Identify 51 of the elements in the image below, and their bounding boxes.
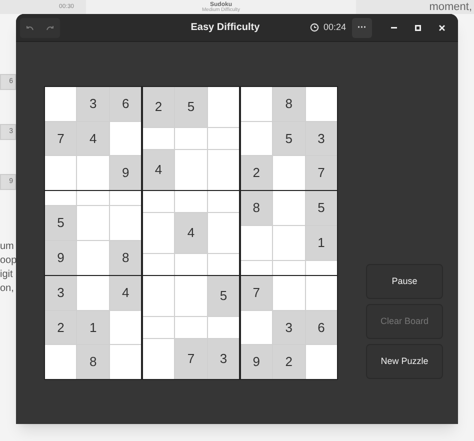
given-cell[interactable]: 3: [306, 122, 337, 156]
background-text: um: [0, 240, 15, 254]
given-cell[interactable]: 9: [45, 241, 76, 275]
given-cell[interactable]: 2: [45, 310, 76, 344]
given-cell[interactable]: 9: [110, 156, 142, 190]
given-cell[interactable]: 5: [273, 122, 305, 156]
given-cell[interactable]: 1: [77, 310, 109, 344]
given-cell[interactable]: 4: [77, 122, 109, 156]
given-cell[interactable]: 7: [306, 156, 337, 190]
given-cell[interactable]: 2: [273, 345, 305, 379]
window-title: Easy Difficulty: [190, 21, 260, 35]
undo-button[interactable]: [20, 18, 40, 38]
given-cell[interactable]: 6: [306, 310, 337, 344]
close-icon: [439, 24, 445, 30]
given-cell[interactable]: 2: [240, 156, 272, 190]
given-cell[interactable]: 7: [45, 122, 76, 156]
redo-button[interactable]: [40, 18, 60, 38]
given-cell[interactable]: 4: [110, 276, 142, 310]
given-cell[interactable]: 5: [208, 276, 240, 316]
given-cell[interactable]: 3: [273, 310, 305, 344]
given-cell[interactable]: 8: [77, 345, 109, 379]
action-button[interactable]: New Puzzle: [366, 344, 443, 379]
background-text: igit: [0, 268, 14, 282]
given-cell[interactable]: 8: [240, 191, 272, 225]
given-cell[interactable]: 3: [45, 276, 76, 310]
maximize-icon: [415, 24, 421, 30]
menu-button[interactable]: ···: [352, 18, 372, 38]
given-cell[interactable]: 4: [142, 150, 174, 190]
minimize-icon: [391, 26, 397, 28]
background-text: oop: [0, 254, 16, 268]
given-cell[interactable]: 4: [175, 212, 207, 254]
given-cell[interactable]: 3: [208, 338, 240, 379]
clock-icon: [310, 23, 320, 32]
given-cell[interactable]: 5: [45, 206, 76, 240]
given-cell[interactable]: 8: [273, 87, 305, 121]
timer: 00:24: [323, 20, 346, 34]
redo-icon: [46, 24, 54, 30]
given-cell[interactable]: 5: [175, 87, 207, 128]
given-cell[interactable]: 1: [306, 226, 337, 260]
given-cell[interactable]: 9: [240, 345, 272, 379]
given-cell[interactable]: 2: [142, 87, 174, 128]
action-button[interactable]: Pause: [366, 264, 443, 299]
given-cell[interactable]: 3: [77, 87, 109, 121]
given-cell[interactable]: 7: [175, 338, 207, 379]
given-cell[interactable]: 5: [306, 191, 337, 225]
background-text: on,: [0, 282, 15, 296]
undo-icon: [26, 24, 34, 30]
given-cell[interactable]: 7: [240, 276, 272, 310]
given-cell[interactable]: 8: [110, 241, 142, 275]
background-text: moment,: [429, 0, 472, 15]
given-cell[interactable]: 6: [110, 87, 142, 121]
